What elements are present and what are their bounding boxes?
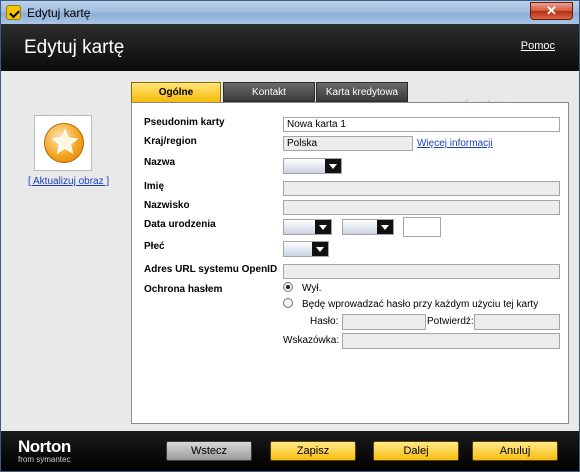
nickname-field[interactable] xyxy=(283,117,560,132)
update-image-link[interactable]: [ Aktualizuj obraz ] xyxy=(28,176,109,187)
first-name-field[interactable] xyxy=(283,181,560,196)
confirm-label: Potwierdź: xyxy=(427,316,474,327)
birth-date-label: Data urodzenia xyxy=(144,219,216,230)
window-title: Edytuj kartę xyxy=(27,6,91,20)
last-name-field[interactable] xyxy=(283,200,560,215)
title-label: Nazwa xyxy=(144,157,176,168)
password-label: Hasło: xyxy=(310,316,339,327)
norton-app-icon xyxy=(6,5,21,20)
norton-logo: Norton from symantec xyxy=(18,437,71,464)
chevron-down-icon xyxy=(312,242,328,256)
hint-label: Wskazówka: xyxy=(283,335,340,346)
tab-general[interactable]: Ogólne xyxy=(131,82,221,103)
save-button[interactable]: Zapisz xyxy=(270,441,356,461)
confirm-field[interactable] xyxy=(474,314,560,330)
password-on-label: Będę wprowadzać hasło przy każdym użyciu… xyxy=(302,299,539,310)
dialog-header: Edytuj kartę Pomoc xyxy=(0,24,580,71)
chevron-down-icon xyxy=(315,220,331,234)
chevron-down-icon xyxy=(325,159,341,173)
openid-field[interactable] xyxy=(283,264,560,279)
card-avatar[interactable] xyxy=(34,115,92,171)
tab-credit-card[interactable]: Karta kredytowa xyxy=(316,82,408,102)
next-button[interactable]: Dalej xyxy=(373,441,459,461)
window-close-button[interactable]: ✕ xyxy=(530,2,573,20)
password-off-radio[interactable] xyxy=(283,282,293,292)
gender-dropdown[interactable] xyxy=(283,241,329,257)
nickname-label: Pseudonim karty xyxy=(144,117,225,128)
country-label: Kraj/region xyxy=(144,136,197,147)
password-protect-label: Ochrona hasłem xyxy=(144,284,223,295)
cancel-button[interactable]: Anuluj xyxy=(472,441,558,461)
general-tab-panel: Pseudonim karty Kraj/region Polska Więce… xyxy=(131,102,569,424)
birth-year-field[interactable] xyxy=(403,217,441,237)
chevron-down-icon xyxy=(377,220,393,234)
dialog-footer: Norton from symantec Wstecz Zapisz Dalej… xyxy=(0,431,580,472)
password-off-label: Wył. xyxy=(302,283,322,294)
title-dropdown[interactable] xyxy=(283,158,342,174)
birth-day-dropdown[interactable] xyxy=(283,219,332,235)
brand-name: Norton xyxy=(18,437,71,456)
tab-contact[interactable]: Kontakt xyxy=(223,82,315,102)
password-on-radio[interactable] xyxy=(283,298,293,308)
avatar-circle xyxy=(44,123,84,163)
brand-sub: from symantec xyxy=(18,455,71,464)
country-field: Polska xyxy=(283,136,413,151)
more-info-link[interactable]: Więcej informacji xyxy=(417,138,493,149)
dialog-body: [ Aktualizuj obraz ] Ogólne Kontakt Kart… xyxy=(0,71,580,431)
first-name-label: Imię xyxy=(144,181,165,192)
page-title: Edytuj kartę xyxy=(24,37,125,58)
password-field[interactable] xyxy=(342,314,426,330)
star-icon xyxy=(51,128,79,154)
birth-month-dropdown[interactable] xyxy=(342,219,394,235)
back-button[interactable]: Wstecz xyxy=(166,441,252,461)
hint-field[interactable] xyxy=(342,333,560,349)
last-name-label: Nazwisko xyxy=(144,200,190,211)
gender-label: Płeć xyxy=(144,241,165,252)
openid-label: Adres URL systemu OpenID xyxy=(144,264,278,275)
window-titlebar: Edytuj kartę ✕ xyxy=(0,0,580,24)
help-link[interactable]: Pomoc xyxy=(521,40,555,52)
